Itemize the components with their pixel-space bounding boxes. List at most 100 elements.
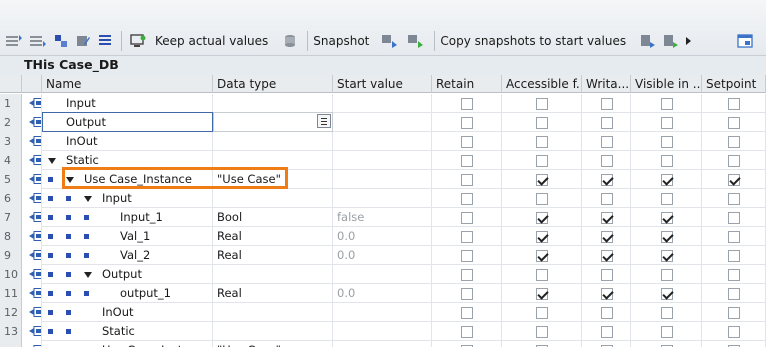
data-type-cell[interactable] [213, 189, 333, 208]
accessible-checkbox[interactable] [536, 117, 548, 129]
start-value-cell[interactable] [333, 132, 432, 151]
name-cell[interactable]: Val_1 [42, 227, 213, 246]
name-cell[interactable]: InOut [42, 132, 213, 151]
accessible-checkbox[interactable] [536, 326, 548, 338]
start-value-cell[interactable] [333, 170, 432, 189]
table-row[interactable]: 10 Output [0, 265, 766, 284]
table-row[interactable]: 4 Static [0, 151, 766, 170]
visible-checkbox[interactable] [661, 250, 673, 262]
name-cell[interactable]: Input [42, 94, 213, 113]
database-icon[interactable] [278, 30, 302, 52]
visible-checkbox[interactable] [661, 288, 673, 300]
accessible-checkbox[interactable] [536, 193, 548, 205]
start-value-cell[interactable]: 0.0 [333, 227, 432, 246]
setpoint-checkbox[interactable] [728, 307, 740, 319]
retain-checkbox[interactable] [461, 250, 473, 262]
setpoint-checkbox[interactable] [728, 212, 740, 224]
start-value-cell[interactable] [333, 94, 432, 113]
window-settings-icon[interactable] [732, 30, 758, 52]
setpoint-checkbox[interactable] [728, 136, 740, 148]
accessible-checkbox[interactable] [536, 174, 548, 186]
table-row[interactable]: 11 output_1 Real 0.0 [0, 284, 766, 303]
table-row[interactable]: 1 Input [0, 94, 766, 113]
data-type-cell[interactable] [213, 132, 333, 151]
retain-checkbox[interactable] [461, 288, 473, 300]
expand-arrow-icon[interactable] [84, 272, 92, 278]
data-type-cell[interactable] [213, 322, 333, 341]
visible-checkbox[interactable] [661, 212, 673, 224]
header-visible[interactable]: Visible in ... [631, 75, 702, 93]
load-snapshot-icon[interactable] [660, 30, 682, 52]
writable-checkbox[interactable] [601, 155, 613, 167]
start-value-cell[interactable] [333, 189, 432, 208]
accessible-checkbox[interactable] [536, 269, 548, 281]
setpoint-checkbox[interactable] [728, 269, 740, 281]
setpoint-checkbox[interactable] [728, 231, 740, 243]
name-cell[interactable]: InOut [42, 303, 213, 322]
writable-checkbox[interactable] [601, 212, 613, 224]
visible-checkbox[interactable] [661, 307, 673, 319]
monitor-icon[interactable] [127, 30, 149, 52]
copy-snapshots-button[interactable]: Copy snapshots to start values [440, 30, 626, 52]
header-data-type[interactable]: Data type [213, 75, 333, 93]
name-cell[interactable]: Use Case_Instance [42, 170, 213, 189]
setpoint-checkbox[interactable] [728, 174, 740, 186]
name-cell[interactable]: Input_1 [42, 208, 213, 227]
start-value-cell[interactable]: 0.0 [333, 284, 432, 303]
expand-arrow-icon[interactable] [48, 158, 56, 164]
start-value-cell[interactable] [333, 113, 432, 132]
writable-checkbox[interactable] [601, 288, 613, 300]
table-row[interactable]: 8 Val_1 Real 0.0 [0, 227, 766, 246]
visible-checkbox[interactable] [661, 174, 673, 186]
expand-arrow-icon[interactable] [66, 177, 74, 183]
visible-checkbox[interactable] [661, 231, 673, 243]
table-row[interactable]: 6 Input [0, 189, 766, 208]
snapshot-to-actual-icon[interactable] [403, 30, 429, 52]
load-start-values-icon[interactable] [636, 30, 660, 52]
writable-checkbox[interactable] [601, 269, 613, 281]
setpoint-checkbox[interactable] [728, 326, 740, 338]
start-value-cell[interactable] [333, 265, 432, 284]
retain-checkbox[interactable] [461, 231, 473, 243]
insert-row-icon[interactable] [2, 30, 26, 52]
name-cell[interactable]: Static [42, 322, 213, 341]
table-row[interactable]: 12 InOut [0, 303, 766, 322]
header-setpoint[interactable]: Setpoint [702, 75, 766, 93]
setpoint-checkbox[interactable] [728, 250, 740, 262]
start-value-cell[interactable] [333, 303, 432, 322]
retain-checkbox[interactable] [461, 155, 473, 167]
visible-checkbox[interactable] [661, 193, 673, 205]
start-value-cell[interactable] [333, 322, 432, 341]
name-cell[interactable]: Static [42, 151, 213, 170]
data-type-cell[interactable]: Real [213, 284, 333, 303]
expand-arrow-icon[interactable] [84, 196, 92, 202]
writable-checkbox[interactable] [601, 231, 613, 243]
setpoint-checkbox[interactable] [728, 193, 740, 205]
data-type-cell[interactable] [213, 94, 333, 113]
accessible-checkbox[interactable] [536, 250, 548, 262]
table-row[interactable]: 5 Use Case_Instance "Use Case" [0, 170, 766, 189]
start-value-cell[interactable]: false [333, 208, 432, 227]
add-row-icon[interactable] [26, 30, 50, 52]
accessible-checkbox[interactable] [536, 307, 548, 319]
setpoint-checkbox[interactable] [728, 98, 740, 110]
data-type-cell[interactable] [213, 151, 333, 170]
header-writable[interactable]: Writa... [582, 75, 631, 93]
visible-checkbox[interactable] [661, 117, 673, 129]
retain-checkbox[interactable] [461, 98, 473, 110]
retain-checkbox[interactable] [461, 174, 473, 186]
table-row[interactable]: 13 Static [0, 322, 766, 341]
writable-checkbox[interactable] [601, 250, 613, 262]
name-cell[interactable]: Output [42, 265, 213, 284]
writable-checkbox[interactable] [601, 193, 613, 205]
start-value-cell[interactable] [333, 151, 432, 170]
header-accessible[interactable]: Accessible f... [502, 75, 582, 93]
more-arrow-icon[interactable] [682, 30, 696, 52]
writable-checkbox[interactable] [601, 307, 613, 319]
name-cell[interactable]: output_1 [42, 284, 213, 303]
edit-icon[interactable] [72, 30, 94, 52]
visible-checkbox[interactable] [661, 136, 673, 148]
retain-checkbox[interactable] [461, 326, 473, 338]
accessible-checkbox[interactable] [536, 231, 548, 243]
data-type-cell[interactable] [213, 303, 333, 322]
